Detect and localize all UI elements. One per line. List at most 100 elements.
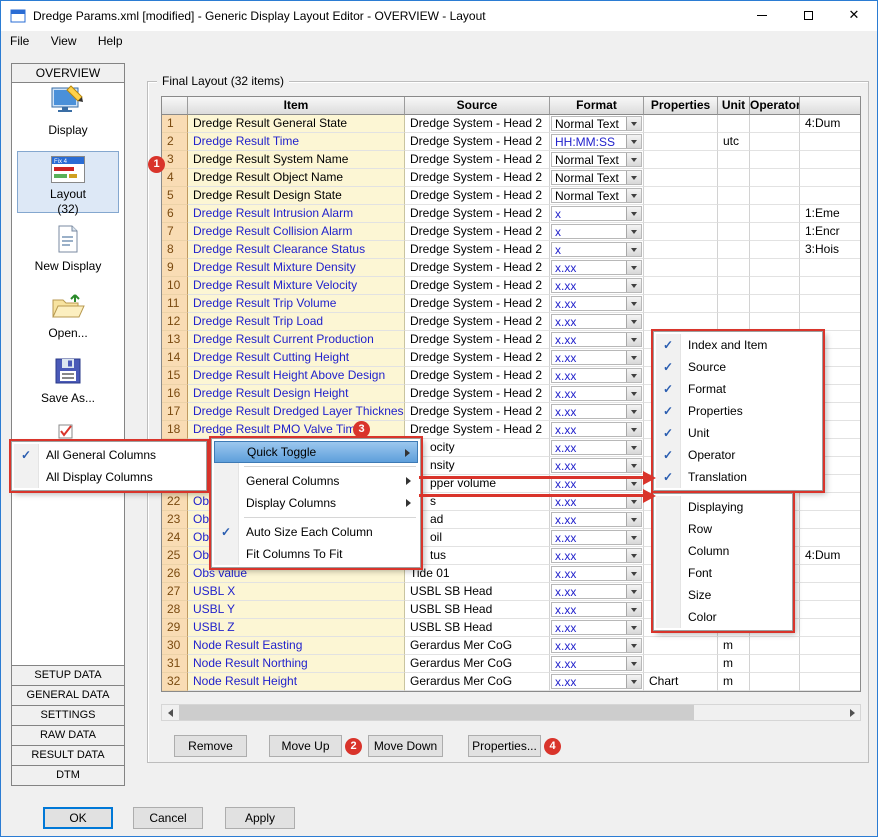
sidebar-item-display[interactable]: Display — [12, 85, 124, 137]
menu-item-all-display-columns[interactable]: All Display Columns — [14, 466, 204, 488]
menu-item-general-columns[interactable]: General Columns — [214, 470, 418, 492]
sidebar-item-save-as[interactable]: Save As... — [12, 357, 124, 405]
format-combo[interactable]: x.xx — [551, 620, 642, 635]
horizontal-scrollbar[interactable] — [161, 704, 861, 721]
format-combo[interactable]: Normal Text — [551, 170, 642, 185]
format-dropdown-arrow[interactable] — [626, 585, 641, 598]
format-combo[interactable]: x.xx — [551, 530, 642, 545]
format-dropdown-arrow[interactable] — [626, 675, 641, 688]
format-dropdown-arrow[interactable] — [626, 441, 641, 454]
menu-item-translation[interactable]: ✓Translation — [656, 466, 820, 488]
menu-view[interactable]: View — [42, 31, 86, 51]
format-combo[interactable]: Normal Text — [551, 152, 642, 167]
format-dropdown-arrow[interactable] — [626, 153, 641, 166]
table-row[interactable]: 6Dredge Result Intrusion AlarmDredge Sys… — [162, 205, 860, 223]
format-combo[interactable]: HH:MM:SS — [551, 134, 642, 149]
format-combo[interactable]: x.xx — [551, 566, 642, 581]
format-dropdown-arrow[interactable] — [626, 405, 641, 418]
move-up-button[interactable]: Move Up — [269, 735, 342, 757]
sidebar-item-open[interactable]: Open... — [12, 293, 124, 340]
scrollbar-thumb[interactable] — [179, 705, 694, 720]
menu-item-quick-toggle[interactable]: Quick Toggle — [214, 441, 418, 463]
table-row[interactable]: 7Dredge Result Collision AlarmDredge Sys… — [162, 223, 860, 241]
format-dropdown-arrow[interactable] — [626, 333, 641, 346]
minimize-button[interactable] — [739, 1, 785, 31]
format-dropdown-arrow[interactable] — [626, 279, 641, 292]
col-header-operator[interactable]: Operator — [750, 97, 800, 115]
menu-item-format[interactable]: ✓Format — [656, 378, 820, 400]
format-combo[interactable]: Normal Text — [551, 116, 642, 131]
format-dropdown-arrow[interactable] — [626, 387, 641, 400]
sidebar-tab-setup-data[interactable]: SETUP DATA — [11, 665, 125, 686]
format-combo[interactable]: x — [551, 206, 642, 221]
properties-button[interactable]: Properties... — [468, 735, 541, 757]
format-combo[interactable]: x.xx — [551, 602, 642, 617]
table-row[interactable]: 31Node Result NorthingGerardus Mer CoGx.… — [162, 655, 860, 673]
format-combo[interactable]: x.xx — [551, 638, 642, 653]
close-button[interactable]: ✕ — [831, 1, 877, 31]
table-row[interactable]: 9Dredge Result Mixture DensityDredge Sys… — [162, 259, 860, 277]
remove-button[interactable]: Remove — [174, 735, 247, 757]
format-combo[interactable]: x.xx — [551, 260, 642, 275]
format-dropdown-arrow[interactable] — [626, 603, 641, 616]
menu-item-row[interactable]: Row — [656, 518, 790, 540]
format-dropdown-arrow[interactable] — [626, 207, 641, 220]
format-combo[interactable]: x.xx — [551, 584, 642, 599]
format-combo[interactable]: x.xx — [551, 656, 642, 671]
format-dropdown-arrow[interactable] — [626, 621, 641, 634]
format-dropdown-arrow[interactable] — [626, 549, 641, 562]
menu-item-index-and-item[interactable]: ✓Index and Item — [656, 334, 820, 356]
format-dropdown-arrow[interactable] — [626, 657, 641, 670]
format-combo[interactable]: Normal Text — [551, 188, 642, 203]
format-dropdown-arrow[interactable] — [626, 531, 641, 544]
format-dropdown-arrow[interactable] — [626, 261, 641, 274]
sidebar-item-layout[interactable]: Fix 4 Layout (32) — [17, 151, 119, 213]
menu-item-unit[interactable]: ✓Unit — [656, 422, 820, 444]
sidebar-tab-general-data[interactable]: GENERAL DATA — [11, 685, 125, 706]
menu-help[interactable]: Help — [89, 31, 132, 51]
format-dropdown-arrow[interactable] — [626, 567, 641, 580]
format-combo[interactable]: x.xx — [551, 296, 642, 311]
menu-item-source[interactable]: ✓Source — [656, 356, 820, 378]
col-header-source[interactable]: Source — [405, 97, 550, 115]
scroll-left-arrow[interactable] — [162, 706, 178, 719]
col-header-format[interactable]: Format — [550, 97, 644, 115]
format-dropdown-arrow[interactable] — [626, 459, 641, 472]
table-row[interactable]: 12Dredge Result Trip LoadDredge System -… — [162, 313, 860, 331]
menu-item-column[interactable]: Column — [656, 540, 790, 562]
table-row[interactable]: 30Node Result EastingGerardus Mer CoGx.x… — [162, 637, 860, 655]
format-combo[interactable]: x.xx — [551, 278, 642, 293]
menu-item-size[interactable]: Size — [656, 584, 790, 606]
col-header-properties[interactable]: Properties — [644, 97, 718, 115]
format-dropdown-arrow[interactable] — [626, 297, 641, 310]
table-row[interactable]: 2Dredge Result TimeDredge System - Head … — [162, 133, 860, 151]
scroll-right-arrow[interactable] — [844, 706, 860, 719]
sidebar-tab-raw-data[interactable]: RAW DATA — [11, 725, 125, 746]
maximize-button[interactable] — [785, 1, 831, 31]
menu-item-auto-size-each-column[interactable]: ✓Auto Size Each Column — [214, 521, 418, 543]
menu-file[interactable]: File — [1, 31, 38, 51]
apply-button[interactable]: Apply — [225, 807, 295, 829]
format-dropdown-arrow[interactable] — [626, 513, 641, 526]
table-row[interactable]: 32Node Result HeightGerardus Mer CoGx.xx… — [162, 673, 860, 691]
format-combo[interactable]: x — [551, 224, 642, 239]
menu-item-operator[interactable]: ✓Operator — [656, 444, 820, 466]
sidebar-tab-result-data[interactable]: RESULT DATA — [11, 745, 125, 766]
format-combo[interactable]: x.xx — [551, 458, 642, 473]
format-dropdown-arrow[interactable] — [626, 135, 641, 148]
table-row[interactable]: 5Dredge Result Design StateDredge System… — [162, 187, 860, 205]
move-down-button[interactable]: Move Down — [368, 735, 443, 757]
col-header-extra[interactable] — [162, 97, 188, 115]
format-combo[interactable]: x.xx — [551, 386, 642, 401]
format-dropdown-arrow[interactable] — [626, 315, 641, 328]
format-combo[interactable]: x.xx — [551, 674, 642, 689]
format-dropdown-arrow[interactable] — [626, 351, 641, 364]
format-dropdown-arrow[interactable] — [626, 243, 641, 256]
menu-item-color[interactable]: Color — [656, 606, 790, 628]
menu-item-fit-columns-to-fit[interactable]: Fit Columns To Fit — [214, 543, 418, 565]
format-combo[interactable]: x.xx — [551, 512, 642, 527]
sidebar-tab-settings[interactable]: SETTINGS — [11, 705, 125, 726]
format-combo[interactable]: x.xx — [551, 548, 642, 563]
table-row[interactable]: 11Dredge Result Trip VolumeDredge System… — [162, 295, 860, 313]
col-header-item[interactable]: Item — [188, 97, 405, 115]
